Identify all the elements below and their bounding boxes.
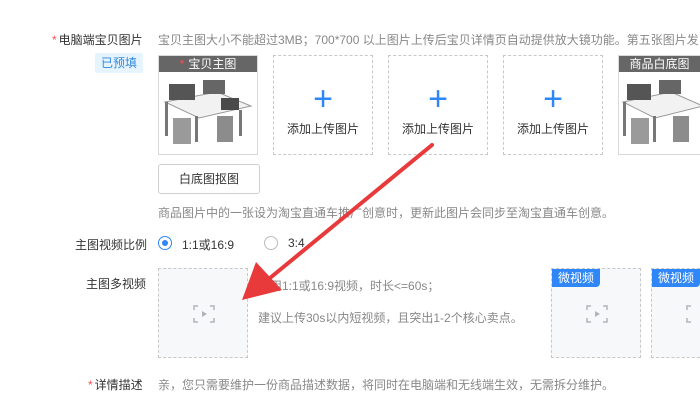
- radio-selected-icon: [158, 236, 172, 250]
- detail-label: * 详情描述: [88, 376, 143, 393]
- pc-images-help: 宝贝主图大小不能超过3MB；700*700 以上图片上传后宝贝详情页自动提供放大…: [158, 33, 699, 47]
- radio-unselected-icon: [264, 236, 278, 250]
- upload-image-label: 添加上传图片: [401, 122, 474, 136]
- video-frame-icon: [686, 305, 691, 323]
- ratio-option-1-label[interactable]: 1:1或16:9: [182, 236, 234, 253]
- pc-images-note: 商品图片中的一张设为淘宝直通车推广创意时，更新此图片会同步至淘宝直通车创意。: [158, 206, 615, 220]
- upload-image-slot[interactable]: + 添加上传图片: [388, 55, 488, 155]
- main-image-slot-header: * 宝贝主图: [159, 56, 257, 72]
- office-desk-image: [159, 72, 257, 154]
- main-image-slot[interactable]: * 宝贝主图: [158, 55, 258, 155]
- ratio-radio-3-4[interactable]: [264, 236, 278, 250]
- micro-video-tag: 微视频: [552, 269, 601, 287]
- white-bg-cutout-button[interactable]: 白底图抠图: [158, 164, 260, 194]
- required-mark: *: [88, 378, 93, 392]
- upload-image-label: 添加上传图片: [516, 122, 589, 136]
- plus-icon: +: [428, 80, 448, 118]
- detail-label-text: 详情描述: [94, 378, 143, 392]
- video-ratio-label: 主图视频比例: [75, 238, 148, 252]
- white-bg-slot-header: 商品白底图: [619, 56, 700, 72]
- white-bg-image-slot[interactable]: 商品白底图: [618, 55, 700, 155]
- white-bg-desk-image: [619, 72, 700, 154]
- upload-image-label: 添加上传图片: [286, 122, 359, 136]
- pc-images-label: * 电脑端宝贝图片: [52, 31, 143, 48]
- video-hint-2: 建议上传30s以内短视频，且突出1-2个核心卖点。: [258, 311, 523, 325]
- video-frame-icon: [193, 305, 215, 323]
- video-hint-1: 使用1:1或16:9视频，时长<=60s；: [258, 279, 440, 293]
- multi-video-label: 主图多视频: [86, 277, 147, 291]
- upload-image-slot[interactable]: + 添加上传图片: [503, 55, 603, 155]
- micro-video-slot[interactable]: 微视频: [651, 268, 700, 358]
- white-bg-slot-title: 商品白底图: [629, 57, 690, 71]
- upload-image-slot[interactable]: + 添加上传图片: [273, 55, 373, 155]
- prefilled-badge: 已预填: [95, 53, 144, 73]
- required-mark: *: [179, 57, 185, 71]
- ratio-option-2-label[interactable]: 3:4: [288, 236, 305, 250]
- micro-video-slot[interactable]: 微视频: [551, 268, 641, 358]
- detail-text: 亲，您只需要维护一份商品描述数据，将同时在电脑端和无线端生效，无需拆分维护。: [158, 378, 615, 392]
- micro-video-tag: 微视频: [652, 269, 700, 287]
- ratio-radio-1-1-16-9[interactable]: [158, 236, 172, 250]
- required-mark: *: [52, 33, 57, 47]
- main-image-slot-title: 宝贝主图: [188, 57, 237, 71]
- plus-icon: +: [543, 80, 563, 118]
- plus-icon: +: [313, 80, 333, 118]
- video-frame-icon: [586, 305, 608, 323]
- video-upload-slot[interactable]: [158, 268, 248, 358]
- pc-images-label-text: 电脑端宝贝图片: [58, 33, 143, 47]
